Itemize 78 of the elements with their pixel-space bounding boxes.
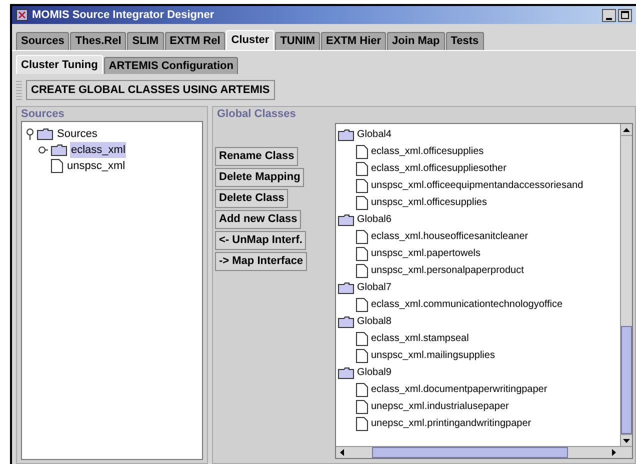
tree-item[interactable]: unspsc_xml.officesupplies xyxy=(371,195,487,210)
document-icon xyxy=(356,400,368,414)
minimize-button[interactable] xyxy=(602,8,616,22)
window-title: MOMIS Source Integrator Designer xyxy=(32,8,214,23)
tree-item[interactable]: eclass_xml xyxy=(70,142,126,158)
panel-title: Sources xyxy=(20,107,66,121)
document-icon xyxy=(51,159,63,173)
tab[interactable]: Join Map xyxy=(387,32,445,50)
action-button[interactable]: Delete Mapping xyxy=(215,168,304,187)
document-icon xyxy=(356,382,368,396)
right-arrow-icon xyxy=(612,449,616,456)
tree-item[interactable]: unspsc_xml.papertowels xyxy=(371,246,480,261)
folder-icon xyxy=(338,316,354,328)
tab[interactable]: Thes.Rel xyxy=(70,32,126,50)
vertical-scrollbar[interactable] xyxy=(620,124,632,446)
tree-item[interactable]: Global4 xyxy=(357,127,392,142)
document-icon xyxy=(356,298,368,312)
scroll-thumb[interactable] xyxy=(372,447,568,458)
tree-item[interactable]: unepsc_xml.printingandwritingpaper xyxy=(371,416,532,431)
document-icon xyxy=(356,416,368,430)
down-arrow-icon xyxy=(623,438,630,442)
minimize-icon xyxy=(606,18,612,20)
horizontal-scrollbar[interactable] xyxy=(336,446,632,458)
create-button[interactable]: CREATE GLOBAL CLASSES USING ARTEMIS xyxy=(26,80,275,100)
tree-item[interactable]: unspsc_xml xyxy=(66,158,126,174)
document-icon xyxy=(356,246,368,260)
document-icon xyxy=(356,230,368,244)
folder-icon xyxy=(51,144,67,156)
app-icon xyxy=(16,9,28,21)
action-button[interactable]: -> Map Interface xyxy=(215,252,308,271)
document-icon xyxy=(356,264,368,278)
scroll-thumb[interactable] xyxy=(621,326,632,434)
document-icon xyxy=(356,332,368,346)
folder-icon xyxy=(338,282,354,294)
tree-item[interactable]: unspsc_xml.personalpaperproduct xyxy=(371,263,524,278)
document-icon xyxy=(356,348,368,362)
tree-item[interactable]: eclass_xml.houseofficesanitcleaner xyxy=(371,229,528,244)
tree-item[interactable]: unepsc_xml.industrialusepaper xyxy=(371,399,509,414)
document-icon xyxy=(356,144,368,158)
tree-item[interactable]: Global9 xyxy=(357,365,392,380)
action-button[interactable]: Add new Class xyxy=(215,210,302,229)
tree-item[interactable]: Sources xyxy=(56,126,98,142)
document-icon xyxy=(356,178,368,192)
tree-item[interactable]: Global7 xyxy=(357,280,392,295)
action-button[interactable]: Delete Class xyxy=(215,189,288,208)
document-icon xyxy=(356,162,368,176)
left-arrow-icon xyxy=(340,449,344,456)
folder-icon xyxy=(338,214,354,226)
tab[interactable]: ARTEMIS Configuration xyxy=(104,57,238,74)
tab[interactable]: EXTM Rel xyxy=(164,32,226,50)
action-button[interactable]: Rename Class xyxy=(215,147,298,166)
tree-item[interactable]: eclass_xml.officesupplies xyxy=(371,144,484,159)
maximize-icon xyxy=(621,11,629,19)
panel-title: Global Classes xyxy=(216,107,297,121)
folder-icon xyxy=(338,366,354,378)
document-icon xyxy=(356,196,368,210)
tree-item[interactable]: eclass_xml.officesuppliesother xyxy=(371,161,506,176)
tab[interactable]: Cluster xyxy=(226,30,274,50)
tree-item[interactable]: unspsc_xml.officeequipmentandaccessoriesand xyxy=(371,178,584,193)
tree-item[interactable]: eclass_xml.communicationtechnologyoffice xyxy=(371,297,563,312)
tab[interactable]: Sources xyxy=(16,32,70,50)
tree-item[interactable]: Global8 xyxy=(357,314,392,329)
tab[interactable]: Cluster Tuning xyxy=(16,55,103,74)
folder-icon xyxy=(37,128,53,140)
tree-item[interactable]: eclass_xml.documentpaperwritingpaper xyxy=(371,382,548,397)
tree-item[interactable]: unspsc_xml.mailingsupplies xyxy=(371,348,495,363)
folder-icon xyxy=(338,128,354,140)
tab[interactable]: SLIM xyxy=(127,32,164,50)
collapsed-handle-icon[interactable] xyxy=(38,146,48,154)
tree-item[interactable]: Global6 xyxy=(357,212,392,227)
action-button[interactable]: <- UnMap Interf. xyxy=(215,231,306,250)
maximize-button[interactable] xyxy=(618,8,632,22)
tab[interactable]: TUNIM xyxy=(275,32,320,50)
tree-item[interactable]: eclass_xml.stampseal xyxy=(371,331,469,346)
tab[interactable]: Tests xyxy=(446,32,484,50)
up-arrow-icon xyxy=(623,128,630,132)
tab[interactable]: EXTM Hier xyxy=(321,32,386,50)
expanded-handle-icon[interactable] xyxy=(26,128,34,140)
